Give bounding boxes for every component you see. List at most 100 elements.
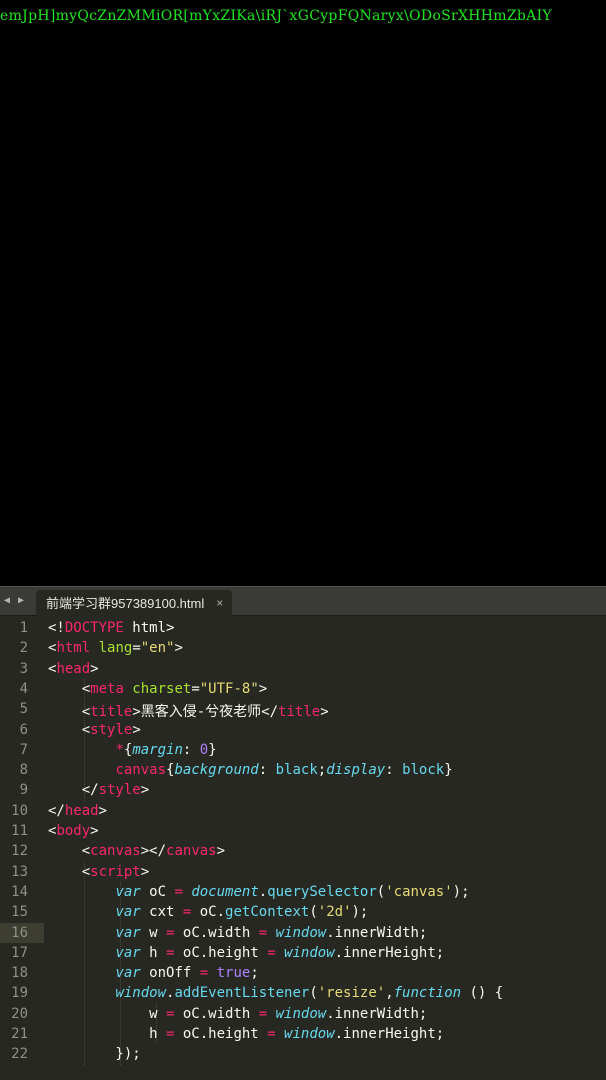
code-token: } [208,741,217,758]
code-token: meta [90,680,124,697]
code-token: = [267,1026,276,1042]
code-line[interactable]: <style> [48,722,141,738]
code-token: , [385,985,394,1002]
line-number: 18 [11,965,28,982]
code-line[interactable]: </head> [48,803,107,819]
code-token: = [267,944,276,961]
code-line[interactable]: var onOff = true; [48,965,258,982]
line-number: 10 [11,802,28,819]
matrix-canvas: emJpH]myQcZnZMMiOR[mYxZIKa\iRJ`xGCypFQNa… [0,0,606,586]
code-token: oC.height [174,944,268,961]
code-token: body [56,823,91,839]
code-line[interactable]: <head> [48,661,99,677]
code-token: html [56,640,91,657]
code-line[interactable]: <script> [48,864,149,880]
line-number: 12 [11,843,28,860]
code-line[interactable]: <title>黑客入侵-兮夜老师</title> [48,701,329,721]
code-line[interactable]: w = oC.width = window.innerWidth; [48,1006,427,1022]
code-line[interactable]: <meta charset="UTF-8"> [48,681,267,697]
code-token: w [140,924,167,941]
code-token: = [132,640,141,657]
code-line[interactable]: canvas{background: black;display: block} [48,762,452,779]
code-token: "en" [140,640,175,657]
code-token: ( [309,985,318,1002]
code-token: background [174,762,259,779]
code-token: block [402,762,445,779]
code-token: > [98,802,108,819]
code-line[interactable]: var oC = document.querySelector('canvas'… [48,883,469,900]
code-token: ></ [140,843,167,860]
code-token: oC.width [174,1005,259,1022]
code-token: oC [140,883,175,900]
code-token: = [199,965,209,982]
code-token: ( [376,883,386,900]
code-line[interactable]: }); [48,1046,140,1062]
code-token: '2d' [317,904,352,921]
code-token: window [284,1026,335,1042]
code-line[interactable]: var w = oC.width = window.innerWidth; [48,925,427,941]
code-line[interactable]: </style> [48,782,149,798]
code-line[interactable]: <html lang="en"> [48,640,183,656]
line-number: 13 [11,863,28,880]
code-area[interactable]: 1 <!DOCTYPE html> 2 <html lang="en"> 3 <head>… [0,618,606,1080]
code-token: var [115,904,141,921]
code-token: title [90,704,133,721]
code-line[interactable]: var cxt = oC.getContext('2d'); [48,904,368,920]
line-number: 15 [11,904,28,921]
code-token: head [64,802,99,819]
code-line[interactable]: <body> [48,823,99,839]
code-token: > [90,823,99,839]
nav-right-icon[interactable]: ▶ [18,595,24,606]
line-number: 11 [11,823,28,839]
code-token: window [115,985,167,1002]
tab-file[interactable]: 前端学习群957389100.html × [36,590,233,617]
code-token: oC.height [174,1026,268,1042]
code-token: h [140,944,167,961]
line-number: 21 [11,1026,28,1042]
line-number: 8 [19,762,28,779]
code-token: margin [132,741,183,758]
code-token: oC. [191,904,226,921]
code-token: style [98,782,141,799]
code-token: canvas [90,843,141,860]
code-token: > [258,680,268,697]
tab-title: 前端学习群957389100.html [46,596,205,611]
code-token: onOff [140,965,200,982]
code-token: > [90,660,99,677]
line-number: 20 [11,1005,28,1022]
code-token: charset [123,680,192,697]
line-number: 3 [19,660,28,677]
close-icon[interactable]: × [216,590,223,617]
code-line[interactable]: *{margin: 0} [48,741,217,758]
nav-left-icon[interactable]: ◀ [4,595,10,606]
code-token: : [385,762,403,779]
code-line[interactable]: var h = oC.height = window.innerHeight; [48,945,444,961]
code-token: .innerWidth; [326,1005,428,1022]
code-line[interactable]: window.addEventListener('resize',functio… [48,985,503,1001]
code-token: > [174,640,183,657]
code-token: querySelector [267,883,377,900]
code-token: canvas [115,762,167,779]
code-line[interactable]: <canvas></canvas> [48,843,225,859]
code-token: = [258,1005,268,1022]
code-token: 'canvas' [385,883,453,900]
line-number: 17 [11,944,28,961]
code-token: > [320,704,329,721]
code-line[interactable]: h = oC.height = window.innerHeight; [48,1026,444,1042]
code-editor[interactable]: ◀ ▶ 前端学习群957389100.html × 1 <!DOCTYPE htm… [0,586,606,1080]
code-line[interactable]: <!DOCTYPE html> [48,620,174,636]
code-token: "UTF-8" [199,680,259,697]
code-token: 'resize' [317,985,386,1002]
code-token: canvas [166,843,217,860]
